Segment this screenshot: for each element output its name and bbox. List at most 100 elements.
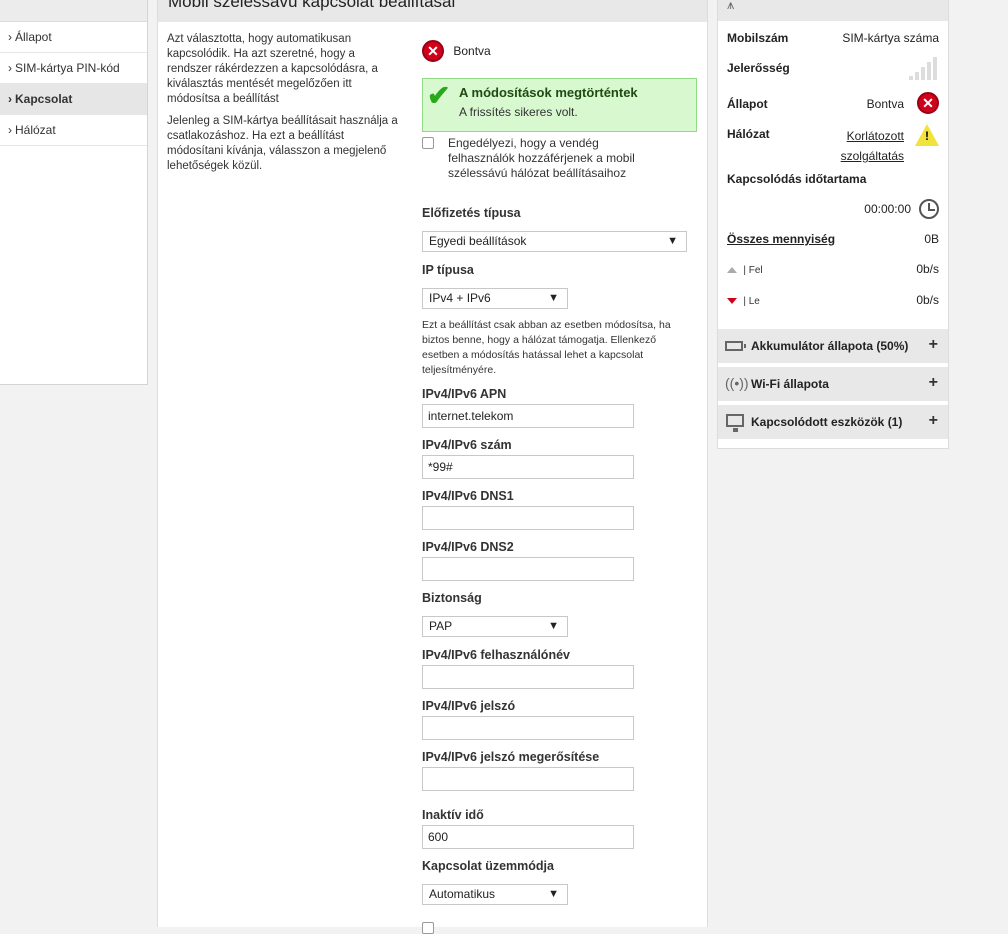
signal-label: Jelerősség: [727, 61, 790, 75]
idle-time-input[interactable]: 600: [422, 825, 634, 849]
mobile-number-value: SIM-kártya száma: [842, 31, 939, 45]
dropdown-arrow-icon: ▼: [548, 888, 559, 900]
arrow-down-icon: [727, 297, 737, 304]
page-title: Mobil szélessávú kapcsolat beállításai: [168, 0, 456, 11]
status-sidebar: ⩚ Mobilszám SIM-kártya száma Jelerősség …: [717, 0, 949, 449]
plus-icon: +: [928, 336, 938, 353]
total-usage-link[interactable]: Összes mennyiség: [727, 232, 835, 246]
network-row: Hálózat Korlátozott szolgáltatás !: [727, 124, 939, 163]
mobile-number-row: Mobilszám SIM-kártya száma: [727, 31, 939, 45]
username-input[interactable]: [422, 665, 634, 689]
state-value: Bontva: [866, 97, 904, 111]
ip-type-label: IP típusa: [422, 263, 474, 277]
download-value: 0b/s: [916, 293, 939, 307]
nav-item-kapcsolat[interactable]: › Kapcsolat: [0, 84, 147, 115]
nav-item-label: Hálózat: [15, 123, 56, 137]
battery-icon: [725, 341, 746, 351]
state-label: Állapot: [727, 97, 768, 111]
signal-strength-icon: [909, 56, 939, 80]
apn-label: IPv4/IPv6 APN: [422, 387, 507, 401]
mobile-number-label: Mobilszám: [727, 31, 789, 45]
dropdown-arrow-icon: ▼: [548, 620, 559, 632]
ip-type-note: Ezt a beállítást csak abban az esetben m…: [422, 319, 671, 376]
accordion-title: Wi-Fi állapota: [751, 377, 829, 391]
checkmark-icon: ✔: [427, 80, 451, 111]
warning-mark: !: [925, 129, 929, 143]
connection-status: ✕ Bontva: [422, 40, 491, 66]
error-icon: ✕: [422, 40, 444, 62]
signal-row: Jelerősség: [727, 57, 939, 80]
chevron-right-icon: ›: [8, 92, 12, 106]
total-row: Összes mennyiség 0B: [727, 232, 939, 246]
password-label: IPv4/IPv6 jelszó: [422, 699, 516, 713]
apn-input[interactable]: internet.telekom: [422, 404, 634, 428]
username-label: IPv4/IPv6 felhasználónév: [422, 648, 570, 662]
ip-type-select[interactable]: IPv4 + IPv6 ▼: [422, 288, 568, 309]
upload-value: 0b/s: [916, 262, 939, 276]
nav-item-allapot[interactable]: › Állapot: [0, 22, 147, 53]
subscription-type-select[interactable]: Egyedi beállítások ▼: [422, 231, 687, 252]
success-title: A módosítások megtörténtek: [459, 85, 638, 100]
security-select[interactable]: PAP ▼: [422, 616, 568, 637]
select-value: Automatikus: [429, 887, 496, 901]
password-confirm-input[interactable]: [422, 767, 634, 791]
connected-devices-accordion[interactable]: Kapcsolódott eszközök (1) +: [718, 403, 948, 439]
network-status-line2: szolgáltatás: [840, 149, 904, 163]
accordion-title: Kapcsolódott eszközök (1): [751, 415, 903, 429]
monitor-icon: [726, 414, 744, 432]
number-label: IPv4/IPv6 szám: [422, 438, 512, 452]
upload-label: | Fel: [743, 265, 763, 276]
chevron-right-icon: ›: [8, 123, 12, 137]
download-label: | Le: [743, 296, 760, 307]
wifi-icon: ((•)): [725, 375, 749, 391]
left-navigation: › Állapot › SIM-kártya PIN-kód › Kapcsolat …: [0, 0, 148, 385]
nav-item-sim-pin[interactable]: › SIM-kártya PIN-kód: [0, 53, 147, 84]
nav-item-label: Kapcsolat: [15, 92, 73, 106]
arrow-up-icon: [727, 266, 737, 273]
partial-checkbox[interactable]: [422, 922, 434, 934]
error-icon: ✕: [917, 92, 939, 114]
main-header: Mobil szélessávú kapcsolat beállításai: [158, 0, 707, 24]
plus-icon: +: [928, 374, 938, 391]
state-row: Állapot Bontva ✕: [727, 92, 939, 114]
nav-item-label: SIM-kártya PIN-kód: [15, 61, 120, 75]
battery-accordion[interactable]: Akkumulátor állapota (50%) +: [718, 327, 948, 363]
duration-row: Kapcsolódás időtartama: [727, 172, 939, 186]
duration-label: Kapcsolódás időtartama: [727, 172, 867, 186]
description-paragraph: Jelenleg a SIM-kártya beállításait haszn…: [167, 115, 398, 172]
accordion-title: Akkumulátor állapota (50%): [751, 339, 909, 353]
network-status-link[interactable]: Korlátozott szolgáltatás: [841, 126, 904, 166]
dns1-input[interactable]: [422, 506, 634, 530]
main-panel: Mobil szélessávú kapcsolat beállításai A…: [157, 0, 708, 934]
total-value: 0B: [924, 232, 939, 246]
network-status-line1: Korlátozott: [846, 129, 904, 143]
guest-access-label: Engedélyezi, hogy a vendég felhasználók …: [448, 136, 635, 180]
wifi-accordion[interactable]: ((•)) Wi-Fi állapota +: [718, 365, 948, 401]
select-value: PAP: [429, 619, 453, 633]
password-input[interactable]: [422, 716, 634, 740]
dns1-label: IPv4/IPv6 DNS1: [422, 489, 514, 503]
network-label: Hálózat: [727, 127, 770, 141]
duration-value: 00:00:00: [864, 202, 911, 216]
password-confirm-label: IPv4/IPv6 jelszó megerősítése: [422, 750, 600, 764]
success-message-box: ✔ A módosítások megtörténtek A frissítés…: [422, 78, 697, 132]
antenna-icon: ⩚: [727, 0, 735, 12]
select-value: IPv4 + IPv6: [429, 291, 491, 305]
dropdown-arrow-icon: ▼: [548, 292, 559, 304]
security-label: Biztonság: [422, 591, 482, 605]
dns2-input[interactable]: [422, 557, 634, 581]
dropdown-arrow-icon: ▼: [667, 235, 678, 247]
number-input[interactable]: *99#: [422, 455, 634, 479]
subscription-type-label: Előfizetés típusa: [422, 206, 521, 220]
chevron-right-icon: ›: [8, 61, 12, 75]
upload-row: | Fel 0b/s: [727, 262, 939, 276]
status-label: Bontva: [453, 44, 491, 58]
connection-mode-select[interactable]: Automatikus ▼: [422, 884, 568, 905]
nav-item-halozat[interactable]: › Hálózat: [0, 115, 147, 146]
select-value: Egyedi beállítások: [429, 234, 527, 248]
plus-icon: +: [928, 412, 938, 429]
clock-icon: [919, 199, 939, 219]
description-paragraph: Azt választotta, hogy automatikusan kapc…: [167, 33, 378, 105]
connection-mode-label: Kapcsolat üzemmódja: [422, 859, 554, 873]
guest-access-checkbox[interactable]: [422, 137, 434, 149]
